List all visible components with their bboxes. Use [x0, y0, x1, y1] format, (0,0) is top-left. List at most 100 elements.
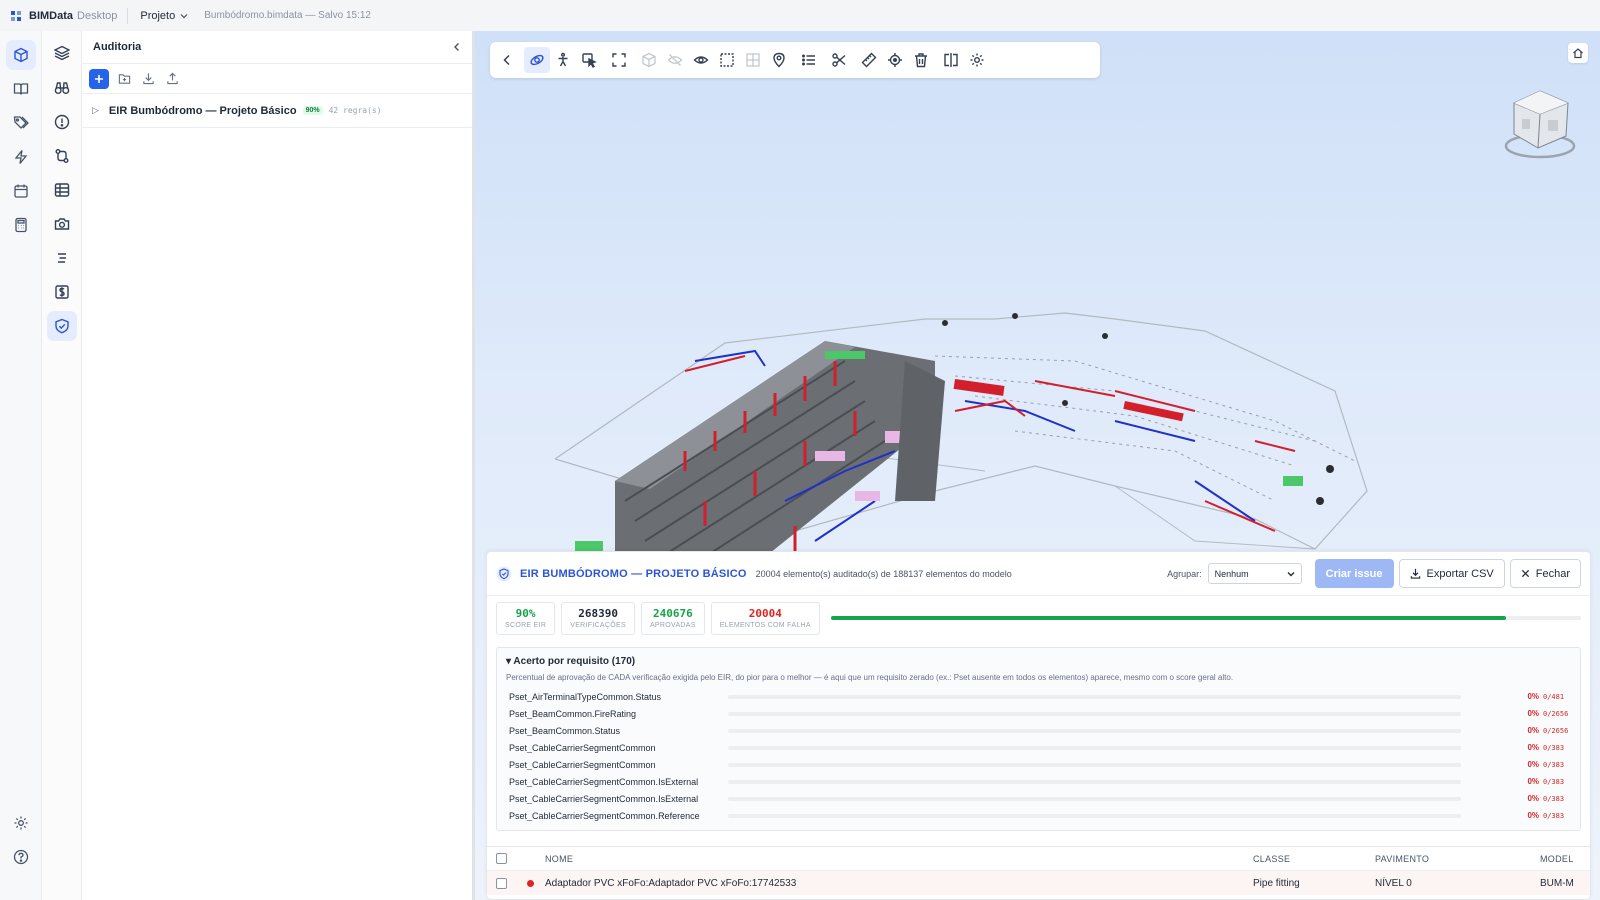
requirement-row[interactable]: Pset_CableCarrierSegmentCommon.IsExterna…	[506, 773, 1571, 790]
requirements-section: ▾ Acerto por requisito (170) Percentual …	[496, 647, 1581, 831]
rail2-issues-button[interactable]	[47, 107, 77, 137]
rail2-list-button[interactable]	[47, 243, 77, 273]
select-button[interactable]	[576, 47, 602, 73]
navigation-cube-icon[interactable]	[1504, 86, 1576, 166]
home-view-button[interactable]	[1568, 43, 1588, 63]
rail-help-button[interactable]	[6, 842, 36, 872]
add-rule-button[interactable]	[89, 68, 109, 89]
box-select-button[interactable]	[714, 47, 740, 73]
rail2-table-button[interactable]	[47, 175, 77, 205]
tags-icon	[13, 116, 29, 129]
rail-automation-button[interactable]	[6, 142, 36, 172]
calculator-icon	[15, 217, 27, 233]
requirement-name: Pset_CableCarrierSegmentCommon	[509, 759, 656, 770]
requirement-row[interactable]: Pset_CableCarrierSegmentCommon.Reference…	[506, 807, 1571, 824]
failure-status-icon	[526, 879, 534, 887]
rail-docs-button[interactable]	[6, 74, 36, 104]
orbit-button[interactable]	[524, 47, 550, 73]
rail-tags-button[interactable]	[6, 108, 36, 138]
col-name-header[interactable]: NOME	[545, 854, 1253, 864]
requirement-fraction: 0/2656	[1543, 726, 1569, 735]
list-icon	[802, 54, 815, 66]
app-name-suffix: Desktop	[77, 9, 118, 22]
requirement-row[interactable]: Pset_AirTerminalTypeCommon.Status 0% 0/481	[506, 688, 1571, 705]
rail2-search-button[interactable]	[47, 73, 77, 103]
viewer-3d[interactable]: EIR BUMBÓDROMO — PROJETO BÁSICO 20004 el…	[475, 31, 1600, 900]
rail2-audit-button[interactable]	[47, 311, 77, 341]
requirement-fraction: 0/383	[1543, 760, 1565, 769]
requirement-percent: 0%	[1527, 726, 1539, 735]
pin-icon	[773, 52, 785, 68]
collapse-panel-icon[interactable]	[452, 42, 462, 52]
col-class-header[interactable]: CLASSE	[1253, 854, 1375, 864]
rail2-snapshot-button[interactable]	[47, 209, 77, 239]
project-menu[interactable]: Projeto	[140, 10, 188, 22]
download-button[interactable]	[139, 70, 157, 88]
export-csv-button[interactable]: Exportar CSV	[1398, 559, 1505, 588]
requirement-row[interactable]: Pset_CableCarrierSegmentCommon.IsExterna…	[506, 790, 1571, 807]
requirement-row[interactable]: Pset_BeamCommon.Status 0% 0/2656	[506, 722, 1571, 739]
show-button[interactable]	[688, 47, 714, 73]
create-issue-button[interactable]: Criar issue	[1314, 559, 1394, 588]
requirement-percent: 0%	[1527, 794, 1539, 803]
cell-class: Pipe fitting	[1253, 877, 1300, 889]
requirement-percent: 0%	[1527, 811, 1539, 820]
stat-approved: 240676 APROVADAS	[640, 601, 705, 635]
pin-button[interactable]	[766, 47, 792, 73]
requirement-name: Pset_CableCarrierSegmentCommon.Reference	[509, 810, 700, 821]
top-bar: BIMData Desktop Projeto Bumbódromo.bimda…	[0, 0, 1600, 31]
alert-icon	[54, 114, 70, 130]
row-checkbox[interactable]	[495, 877, 507, 889]
split-icon	[944, 53, 958, 67]
back-button[interactable]	[494, 47, 520, 73]
settings-button[interactable]	[964, 47, 990, 73]
section-button[interactable]	[826, 47, 852, 73]
requirement-row[interactable]: Pset_CableCarrierSegmentCommon 0% 0/383	[506, 739, 1571, 756]
rail2-compare-button[interactable]	[47, 141, 77, 171]
select-all-checkbox[interactable]	[495, 853, 507, 864]
list-button[interactable]	[796, 47, 822, 73]
grid-button[interactable]	[740, 47, 766, 73]
table-icon	[54, 183, 70, 197]
group-by-select[interactable]: Nenhum	[1207, 563, 1302, 584]
rule-set-item[interactable]: ▷ EIR Bumbódromo — Projeto Básico 90% 42…	[82, 94, 472, 128]
upload-button[interactable]	[163, 70, 181, 88]
requirement-fraction: 0/2656	[1543, 709, 1569, 718]
hide-button[interactable]	[662, 47, 688, 73]
delete-button[interactable]	[908, 47, 934, 73]
locate-button[interactable]	[882, 47, 908, 73]
rail-viewer-button[interactable]	[6, 40, 36, 70]
requirement-row[interactable]: Pset_CableCarrierSegmentCommon 0% 0/383	[506, 756, 1571, 773]
building-model[interactable]	[555, 301, 1375, 583]
crosshair-icon	[888, 53, 902, 67]
requirement-name: Pset_BeamCommon.FireRating	[509, 708, 637, 719]
download-icon	[142, 73, 154, 85]
score-progress-fill	[830, 616, 1506, 620]
requirement-fraction: 0/383	[1543, 743, 1565, 752]
back-icon	[503, 54, 510, 66]
rail2-costs-button[interactable]	[47, 277, 77, 307]
rail-settings-button[interactable]	[6, 808, 36, 838]
rail-calculator-button[interactable]	[6, 210, 36, 240]
col-model-header[interactable]: MODEL	[1540, 854, 1580, 864]
isolate-button[interactable]	[636, 47, 662, 73]
fit-view-button[interactable]	[606, 47, 632, 73]
new-folder-button[interactable]	[115, 70, 133, 88]
measure-button[interactable]	[856, 47, 882, 73]
rail2-layers-button[interactable]	[47, 38, 77, 68]
close-label: Fechar	[1535, 567, 1570, 580]
col-floor-header[interactable]: PAVIMENTO	[1375, 854, 1540, 864]
requirement-row[interactable]: Pset_BeamCommon.FireRating 0% 0/2656	[506, 705, 1571, 722]
binoculars-icon	[54, 82, 70, 94]
walk-button[interactable]	[550, 47, 576, 73]
requirement-name: Pset_CableCarrierSegmentCommon	[509, 742, 656, 753]
split-view-button[interactable]	[938, 47, 964, 73]
requirement-progress-bar	[728, 745, 1462, 750]
panel-title: Auditoria	[93, 41, 142, 53]
requirements-header[interactable]: ▾ Acerto por requisito (170)	[506, 656, 1571, 667]
table-row[interactable]: Adaptador PVC xFoFo:Adaptador PVC xFoFo:…	[487, 871, 1590, 895]
expand-icon[interactable]: ▷	[92, 105, 99, 116]
requirement-progress-bar	[728, 813, 1462, 818]
close-button[interactable]: Fechar	[1509, 559, 1581, 588]
rail-calendar-button[interactable]	[6, 176, 36, 206]
